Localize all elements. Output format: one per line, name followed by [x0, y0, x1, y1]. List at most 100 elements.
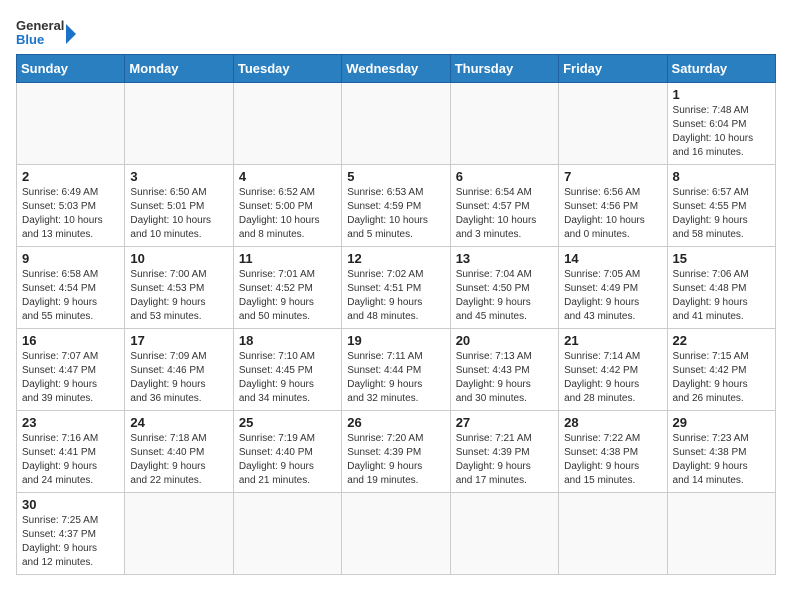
calendar-cell: 13 Sunrise: 7:04 AM Sunset: 4:50 PM Dayli… — [450, 247, 558, 329]
day-number: 26 — [347, 415, 444, 430]
calendar-cell — [559, 83, 667, 165]
weekday-tuesday: Tuesday — [233, 55, 341, 83]
calendar-cell — [233, 493, 341, 575]
day-info: Sunrise: 7:06 AM Sunset: 4:48 PM Dayligh… — [673, 268, 770, 324]
calendar-cell: 6Sunrise: 6:54 AM Sunset: 4:57 PM Daylig… — [450, 165, 558, 247]
day-info: Sunrise: 7:11 AM Sunset: 4:44 PM Dayligh… — [347, 350, 444, 406]
day-number: 17 — [130, 333, 227, 348]
day-info: Sunrise: 7:01 AM Sunset: 4:52 PM Dayligh… — [239, 268, 336, 324]
logo: GeneralBlue — [16, 16, 76, 46]
day-number: 4 — [239, 169, 336, 184]
calendar-cell — [450, 493, 558, 575]
calendar-week-2: 9 Sunrise: 6:58 AM Sunset: 4:54 PM Daylig… — [17, 247, 776, 329]
logo-icon: GeneralBlue — [16, 16, 76, 46]
calendar-cell: 16Sunrise: 7:07 AM Sunset: 4:47 PM Dayli… — [17, 329, 125, 411]
day-number: 13 — [456, 251, 553, 266]
day-info: Sunrise: 7:13 AM Sunset: 4:43 PM Dayligh… — [456, 350, 553, 406]
day-info: Sunrise: 7:20 AM Sunset: 4:39 PM Dayligh… — [347, 432, 444, 488]
calendar-cell: 17Sunrise: 7:09 AM Sunset: 4:46 PM Dayli… — [125, 329, 233, 411]
calendar-body: 1Sunrise: 7:48 AM Sunset: 6:04 PM Daylig… — [17, 83, 776, 575]
calendar-cell — [559, 493, 667, 575]
day-info: Sunrise: 7:10 AM Sunset: 4:45 PM Dayligh… — [239, 350, 336, 406]
svg-text:General: General — [16, 18, 64, 33]
day-number: 30 — [22, 497, 119, 512]
day-number: 9 — [22, 251, 119, 266]
day-number: 25 — [239, 415, 336, 430]
day-number: 19 — [347, 333, 444, 348]
day-number: 7 — [564, 169, 661, 184]
calendar-cell: 3Sunrise: 6:50 AM Sunset: 5:01 PM Daylig… — [125, 165, 233, 247]
day-number: 15 — [673, 251, 770, 266]
day-info: Sunrise: 7:16 AM Sunset: 4:41 PM Dayligh… — [22, 432, 119, 488]
calendar-cell — [450, 83, 558, 165]
calendar-cell: 11 Sunrise: 7:01 AM Sunset: 4:52 PM Dayli… — [233, 247, 341, 329]
day-info: Sunrise: 6:52 AM Sunset: 5:00 PM Dayligh… — [239, 186, 336, 242]
day-number: 8 — [673, 169, 770, 184]
day-number: 24 — [130, 415, 227, 430]
day-number: 10 — [130, 251, 227, 266]
calendar-week-0: 1Sunrise: 7:48 AM Sunset: 6:04 PM Daylig… — [17, 83, 776, 165]
day-info: Sunrise: 7:18 AM Sunset: 4:40 PM Dayligh… — [130, 432, 227, 488]
day-number: 18 — [239, 333, 336, 348]
day-number: 14 — [564, 251, 661, 266]
calendar-cell: 27 Sunrise: 7:21 AM Sunset: 4:39 PM Dayli… — [450, 411, 558, 493]
day-number: 3 — [130, 169, 227, 184]
calendar-cell: 28 Sunrise: 7:22 AM Sunset: 4:38 PM Dayli… — [559, 411, 667, 493]
calendar-cell: 15 Sunrise: 7:06 AM Sunset: 4:48 PM Dayli… — [667, 247, 775, 329]
calendar-cell: 5 Sunrise: 6:53 AM Sunset: 4:59 PM Daylig… — [342, 165, 450, 247]
day-info: Sunrise: 6:49 AM Sunset: 5:03 PM Dayligh… — [22, 186, 119, 242]
calendar-cell: 14 Sunrise: 7:05 AM Sunset: 4:49 PM Dayli… — [559, 247, 667, 329]
calendar-cell: 10Sunrise: 7:00 AM Sunset: 4:53 PM Dayli… — [125, 247, 233, 329]
day-info: Sunrise: 7:22 AM Sunset: 4:38 PM Dayligh… — [564, 432, 661, 488]
day-info: Sunrise: 6:58 AM Sunset: 4:54 PM Dayligh… — [22, 268, 119, 324]
calendar-cell: 20 Sunrise: 7:13 AM Sunset: 4:43 PM Dayli… — [450, 329, 558, 411]
day-info: Sunrise: 7:07 AM Sunset: 4:47 PM Dayligh… — [22, 350, 119, 406]
day-info: Sunrise: 7:15 AM Sunset: 4:42 PM Dayligh… — [673, 350, 770, 406]
day-number: 27 — [456, 415, 553, 430]
calendar-cell: 18 Sunrise: 7:10 AM Sunset: 4:45 PM Dayli… — [233, 329, 341, 411]
svg-text:Blue: Blue — [16, 32, 44, 46]
calendar-cell: 4 Sunrise: 6:52 AM Sunset: 5:00 PM Daylig… — [233, 165, 341, 247]
day-info: Sunrise: 7:48 AM Sunset: 6:04 PM Dayligh… — [673, 104, 770, 160]
calendar-cell: 9 Sunrise: 6:58 AM Sunset: 4:54 PM Daylig… — [17, 247, 125, 329]
day-number: 29 — [673, 415, 770, 430]
day-info: Sunrise: 7:21 AM Sunset: 4:39 PM Dayligh… — [456, 432, 553, 488]
calendar-cell: 29 Sunrise: 7:23 AM Sunset: 4:38 PM Dayli… — [667, 411, 775, 493]
day-info: Sunrise: 7:23 AM Sunset: 4:38 PM Dayligh… — [673, 432, 770, 488]
day-info: Sunrise: 7:25 AM Sunset: 4:37 PM Dayligh… — [22, 514, 119, 570]
calendar-week-5: 30 Sunrise: 7:25 AM Sunset: 4:37 PM Dayli… — [17, 493, 776, 575]
calendar-cell: 12Sunrise: 7:02 AM Sunset: 4:51 PM Dayli… — [342, 247, 450, 329]
calendar-week-3: 16Sunrise: 7:07 AM Sunset: 4:47 PM Dayli… — [17, 329, 776, 411]
calendar-cell: 26 Sunrise: 7:20 AM Sunset: 4:39 PM Dayli… — [342, 411, 450, 493]
day-info: Sunrise: 7:19 AM Sunset: 4:40 PM Dayligh… — [239, 432, 336, 488]
weekday-wednesday: Wednesday — [342, 55, 450, 83]
calendar-cell: 19 Sunrise: 7:11 AM Sunset: 4:44 PM Dayli… — [342, 329, 450, 411]
calendar-cell: 21Sunrise: 7:14 AM Sunset: 4:42 PM Dayli… — [559, 329, 667, 411]
day-info: Sunrise: 6:53 AM Sunset: 4:59 PM Dayligh… — [347, 186, 444, 242]
day-number: 12 — [347, 251, 444, 266]
day-number: 11 — [239, 251, 336, 266]
calendar-table: SundayMondayTuesdayWednesdayThursdayFrid… — [16, 54, 776, 575]
day-number: 5 — [347, 169, 444, 184]
weekday-thursday: Thursday — [450, 55, 558, 83]
day-number: 28 — [564, 415, 661, 430]
day-info: Sunrise: 6:54 AM Sunset: 4:57 PM Dayligh… — [456, 186, 553, 242]
weekday-header-row: SundayMondayTuesdayWednesdayThursdayFrid… — [17, 55, 776, 83]
calendar-cell — [233, 83, 341, 165]
calendar-cell: 25 Sunrise: 7:19 AM Sunset: 4:40 PM Dayli… — [233, 411, 341, 493]
day-number: 22 — [673, 333, 770, 348]
weekday-saturday: Saturday — [667, 55, 775, 83]
day-info: Sunrise: 7:04 AM Sunset: 4:50 PM Dayligh… — [456, 268, 553, 324]
day-info: Sunrise: 7:05 AM Sunset: 4:49 PM Dayligh… — [564, 268, 661, 324]
calendar-cell — [125, 83, 233, 165]
calendar-cell — [17, 83, 125, 165]
day-info: Sunrise: 7:14 AM Sunset: 4:42 PM Dayligh… — [564, 350, 661, 406]
calendar-cell: 7Sunrise: 6:56 AM Sunset: 4:56 PM Daylig… — [559, 165, 667, 247]
day-number: 20 — [456, 333, 553, 348]
calendar-cell: 24 Sunrise: 7:18 AM Sunset: 4:40 PM Dayli… — [125, 411, 233, 493]
weekday-monday: Monday — [125, 55, 233, 83]
calendar-cell: 23 Sunrise: 7:16 AM Sunset: 4:41 PM Dayli… — [17, 411, 125, 493]
calendar-cell — [342, 493, 450, 575]
day-number: 23 — [22, 415, 119, 430]
calendar-cell — [125, 493, 233, 575]
